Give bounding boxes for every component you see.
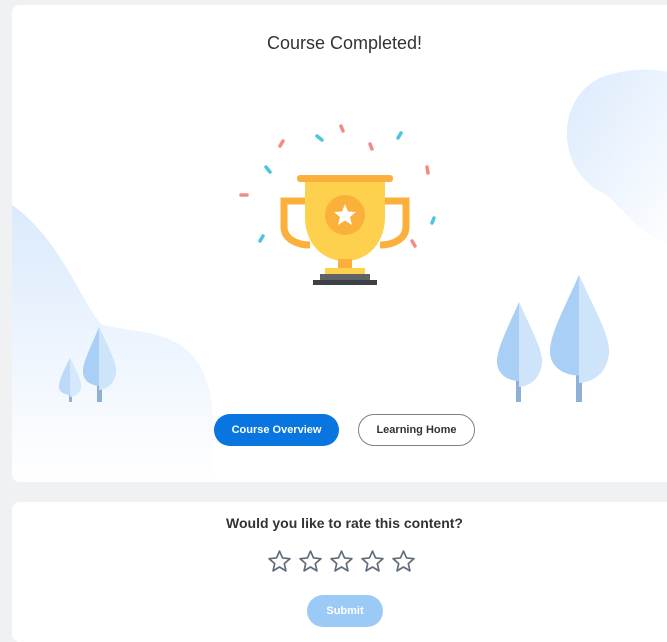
background-blob-right: [567, 69, 667, 243]
star-icon[interactable]: [267, 549, 292, 574]
star-rating: [267, 549, 416, 574]
tree-icon: [549, 275, 610, 402]
celebration-illustration: [12, 69, 667, 482]
background-hill-left: [12, 205, 212, 482]
course-overview-button[interactable]: Course Overview: [214, 414, 339, 446]
tree-icon: [496, 302, 543, 402]
rating-card: Would you like to rate this content? Sub…: [12, 502, 667, 642]
rating-question: Would you like to rate this content?: [226, 515, 463, 531]
star-icon[interactable]: [360, 549, 385, 574]
star-icon[interactable]: [298, 549, 323, 574]
completion-card: Course Completed! Course Overview Learni…: [12, 5, 667, 482]
learning-home-button[interactable]: Learning Home: [358, 414, 475, 446]
trophy-icon: [280, 175, 410, 285]
submit-button[interactable]: Submit: [307, 595, 383, 627]
star-icon[interactable]: [391, 549, 416, 574]
star-icon[interactable]: [329, 549, 354, 574]
